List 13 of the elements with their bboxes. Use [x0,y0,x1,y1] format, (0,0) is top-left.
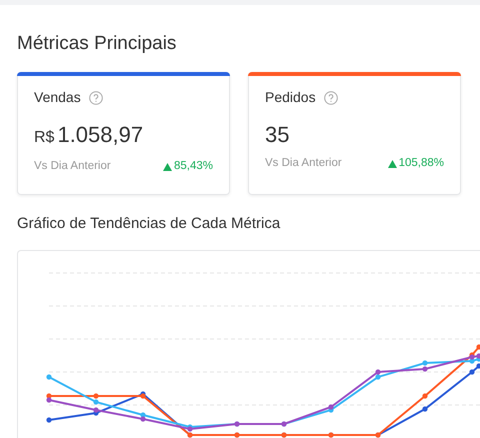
metric-label: Pedidos [265,88,316,107]
help-icon[interactable] [88,90,103,104]
help-icon[interactable] [324,90,338,104]
section-title: Métricas Principais [17,32,178,56]
comparison-label: Vs Dia Anterior [265,156,342,171]
currency-symbol: R$ [34,128,54,148]
metric-value: 35 [265,121,290,149]
change-percentage: 105,88% [398,156,444,171]
change-percentage: 85,43% [174,159,213,174]
comparison-label: Vs Dia Anterior [34,159,111,174]
chart-title: Gráfico de Tendências de Cada Métrica [17,214,282,234]
metric-label: Vendas [34,88,81,107]
metric-value: 1.058,97 [57,121,144,149]
